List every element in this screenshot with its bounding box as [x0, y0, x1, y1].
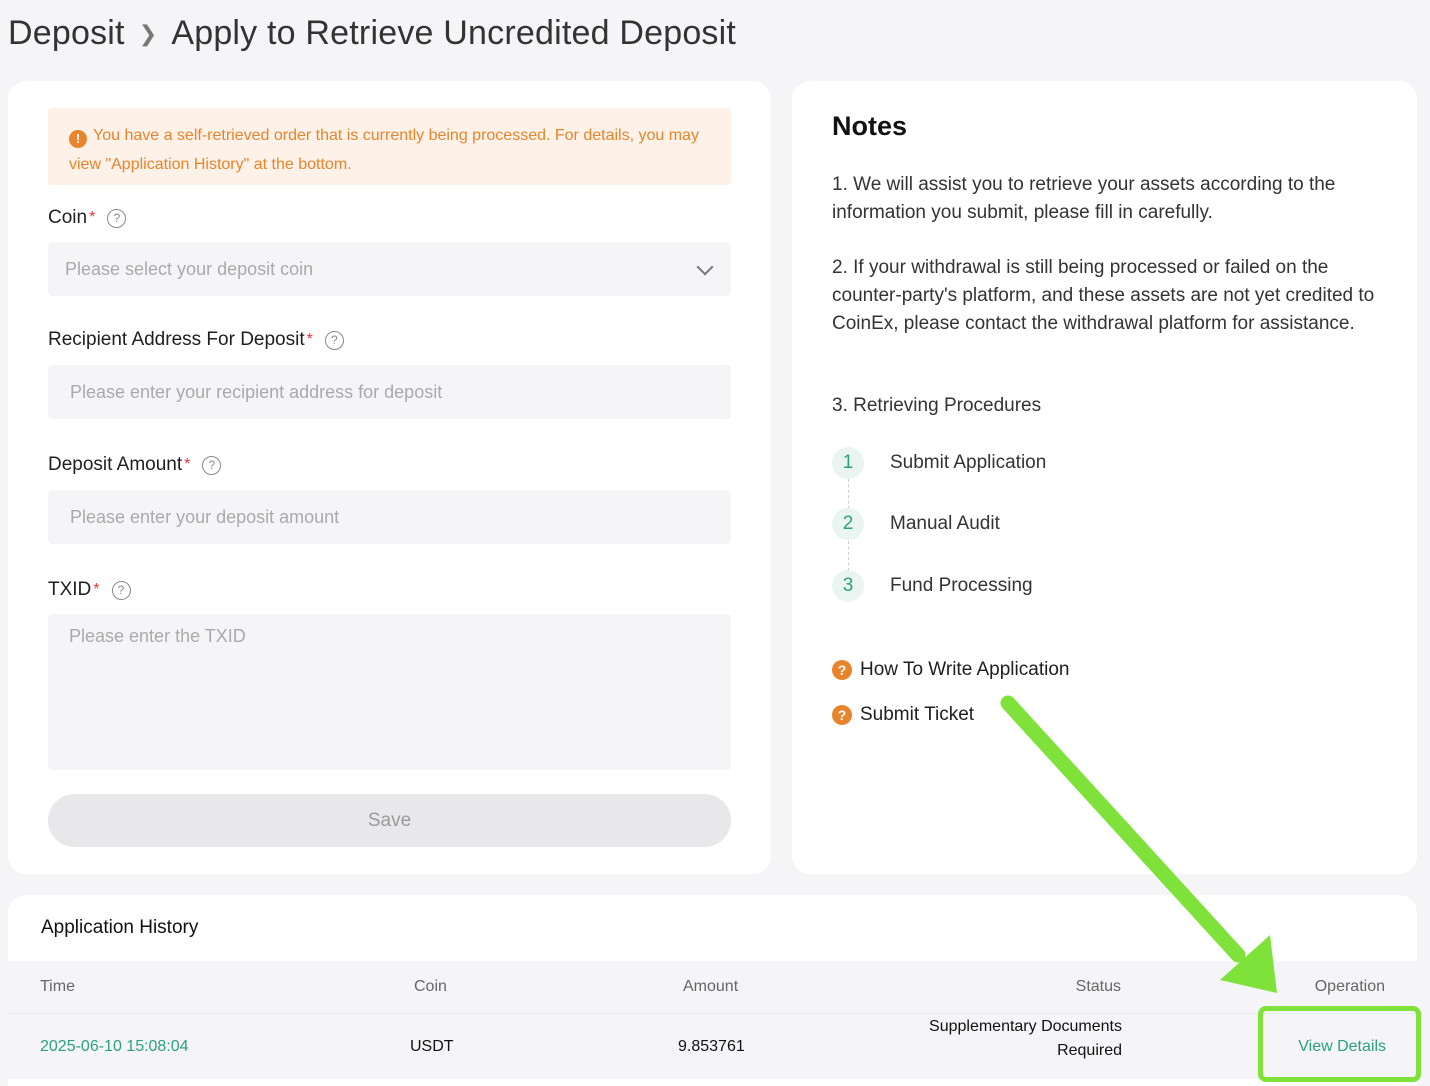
page-title: Apply to Retrieve Uncredited Deposit	[171, 14, 737, 52]
procedure-step: 2 Manual Audit	[832, 508, 1000, 540]
step-connector	[848, 479, 849, 509]
link-label: How To Write Application	[860, 659, 1070, 680]
breadcrumb: Deposit ❯ Apply to Retrieve Uncredited D…	[8, 14, 736, 53]
coin-label: Coin * ?	[48, 207, 127, 229]
note-1: 1. We will assist you to retrieve your a…	[832, 174, 1336, 223]
retrieve-form-card: ! You have a self-retrieved order that is…	[8, 81, 771, 874]
address-placeholder: Please enter your recipient address for …	[70, 382, 443, 402]
highlight-box	[1258, 1006, 1421, 1082]
warning-icon: !	[69, 130, 87, 148]
submit-ticket-link[interactable]: ? Submit Ticket	[832, 704, 974, 726]
address-label-text: Recipient Address For Deposit	[48, 329, 305, 350]
help-icon[interactable]: ?	[324, 330, 344, 350]
notes-card: Notes 1. We will assist you to retrieve …	[792, 81, 1417, 874]
coin-select[interactable]: Please select your deposit coin	[48, 242, 731, 296]
column-header-status: Status	[1075, 978, 1121, 995]
time-cell: 2025-06-10 15:08:04	[40, 1038, 189, 1055]
step-number: 2	[832, 508, 864, 540]
txid-label-text: TXID	[48, 579, 92, 600]
help-icon[interactable]: ?	[111, 580, 131, 600]
step-connector	[848, 541, 849, 571]
chevron-right-icon: ❯	[138, 20, 158, 46]
amount-label-text: Deposit Amount	[48, 454, 183, 475]
alert-text: You have a self-retrieved order that is …	[69, 127, 699, 173]
link-label: Submit Ticket	[860, 704, 975, 725]
step-label: Submit Application	[890, 452, 1047, 473]
application-history-card: Application History Time Coin Amount Sta…	[8, 895, 1417, 1086]
required-marker: *	[184, 456, 191, 473]
question-icon: ?	[832, 705, 852, 725]
table-row: 2025-06-10 15:08:04 USDT 9.853761 Supple…	[8, 1013, 1417, 1079]
table-header: Time Coin Amount Status Operation	[8, 961, 1417, 1013]
address-label: Recipient Address For Deposit * ?	[48, 329, 344, 351]
txid-placeholder: Please enter the TXID	[69, 626, 246, 646]
note-2: 2. If your withdrawal is still being pro…	[832, 257, 1375, 334]
status-line: Required	[1057, 1042, 1122, 1059]
step-number: 3	[832, 570, 864, 602]
status-cell: Supplementary Documents Required	[929, 1015, 1122, 1063]
history-title: Application History	[41, 917, 199, 938]
step-label: Fund Processing	[890, 575, 1033, 596]
txid-label: TXID * ?	[48, 579, 131, 601]
step-label: Manual Audit	[890, 513, 1000, 534]
save-button[interactable]: Save	[48, 794, 731, 847]
column-header-amount: Amount	[683, 978, 739, 995]
chevron-down-icon	[696, 258, 714, 276]
help-icon[interactable]: ?	[107, 208, 127, 228]
coin-label-text: Coin	[48, 207, 88, 228]
coin-select-placeholder: Please select your deposit coin	[65, 259, 314, 279]
help-icon[interactable]: ?	[202, 455, 222, 475]
notes-title: Notes	[832, 111, 908, 141]
processing-alert: ! You have a self-retrieved order that is…	[48, 108, 731, 185]
column-header-coin: Coin	[414, 978, 447, 995]
recipient-address-input[interactable]: Please enter your recipient address for …	[48, 365, 731, 419]
breadcrumb-deposit-link[interactable]: Deposit	[8, 14, 125, 53]
how-to-write-application-link[interactable]: ? How To Write Application	[832, 659, 1069, 681]
status-line: Supplementary Documents	[929, 1018, 1122, 1035]
note-3: 3. Retrieving Procedures	[832, 395, 1042, 416]
required-marker: *	[89, 209, 96, 226]
required-marker: *	[306, 331, 313, 348]
deposit-amount-input[interactable]: Please enter your deposit amount	[48, 490, 731, 544]
coin-cell: USDT	[410, 1038, 454, 1055]
required-marker: *	[93, 581, 100, 598]
amount-label: Deposit Amount * ?	[48, 454, 222, 476]
column-header-operation: Operation	[1314, 978, 1385, 995]
step-number: 1	[832, 447, 864, 479]
amount-cell: 9.853761	[678, 1038, 745, 1055]
amount-placeholder: Please enter your deposit amount	[70, 507, 340, 527]
procedure-step: 3 Fund Processing	[832, 570, 1033, 602]
question-icon: ?	[832, 660, 852, 680]
procedure-step: 1 Submit Application	[832, 447, 1046, 479]
txid-textarea[interactable]: Please enter the TXID	[48, 614, 731, 770]
column-header-time: Time	[40, 978, 75, 995]
